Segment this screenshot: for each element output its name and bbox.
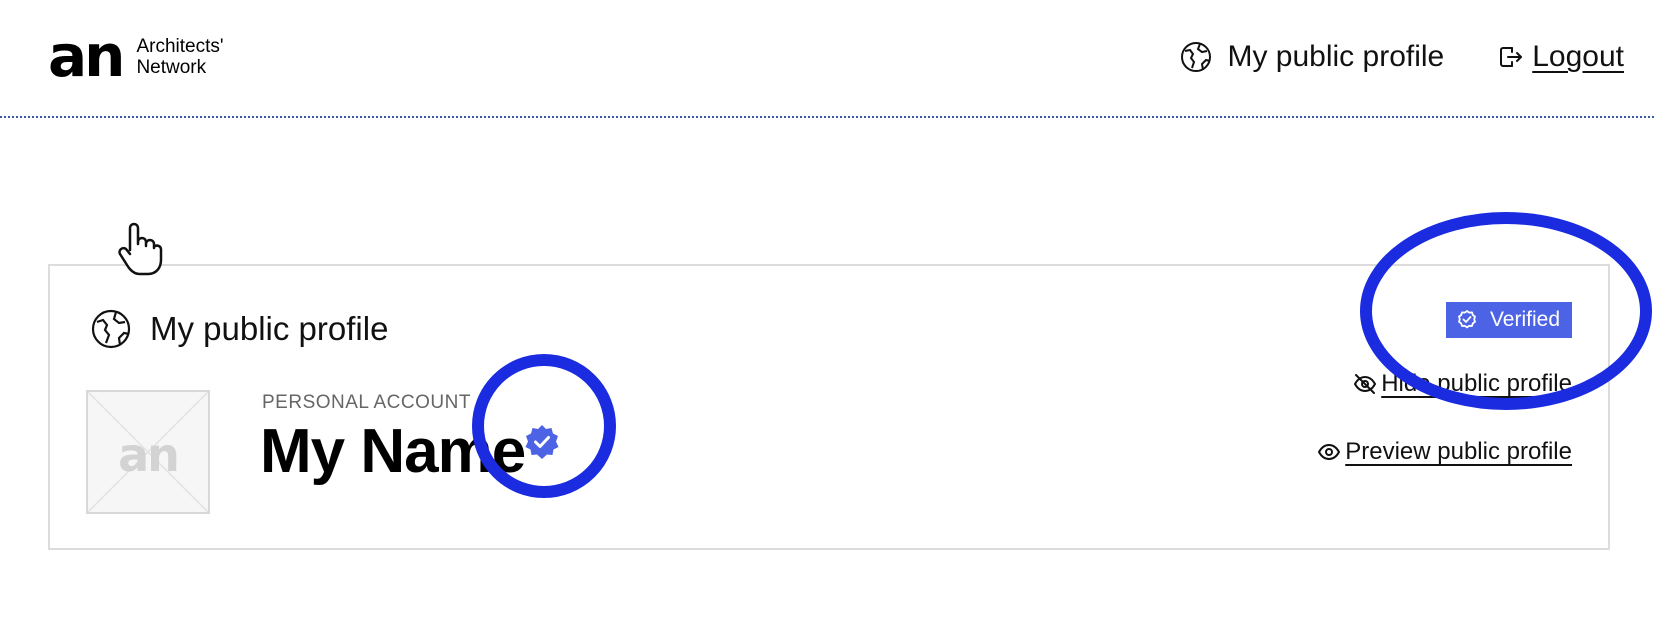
account-name: My Name (260, 417, 526, 486)
public-profile-card: My public profile an PERSONAL ACCOUNT My… (48, 264, 1610, 550)
logout-label: Logout (1532, 40, 1624, 73)
logout-link[interactable]: Logout (1496, 40, 1624, 74)
page: an Architects' Network My public profile (0, 0, 1654, 642)
hide-public-profile-link[interactable]: Hide public profile (1353, 370, 1572, 398)
globe-icon (90, 308, 132, 350)
card-title-label: My public profile (150, 310, 389, 347)
eye-icon (1317, 440, 1341, 464)
avatar-logo-mark: an (118, 428, 180, 482)
header-nav: My public profile Logout (1179, 34, 1624, 80)
preview-public-profile-label: Preview public profile (1345, 438, 1572, 465)
site-logo[interactable]: an Architects' Network (48, 22, 223, 90)
logo-line-1: Architects' (136, 36, 224, 57)
verified-seal-icon (522, 422, 562, 462)
nav-public-profile-link[interactable]: My public profile (1179, 40, 1444, 74)
globe-icon (1179, 40, 1213, 74)
nav-public-profile-label: My public profile (1227, 40, 1445, 73)
logo-line-2: Network (136, 57, 207, 78)
avatar-placeholder[interactable]: an (86, 390, 210, 514)
top-header: an Architects' Network My public profile (0, 0, 1654, 118)
verified-label: Verified (1489, 308, 1560, 331)
logout-icon (1496, 43, 1524, 71)
check-circle-icon (1456, 309, 1478, 331)
verified-badge: Verified (1445, 302, 1572, 338)
logo-wordmark: Architects' Network (136, 36, 223, 78)
preview-public-profile-link[interactable]: Preview public profile (1317, 438, 1572, 466)
card-title: My public profile (90, 308, 388, 350)
account-type-label: PERSONAL ACCOUNT (262, 392, 471, 413)
logo-mark: an (48, 22, 125, 90)
hide-public-profile-label: Hide public profile (1381, 370, 1572, 397)
eye-off-icon (1353, 372, 1377, 396)
hand-pointer-icon (116, 220, 164, 276)
